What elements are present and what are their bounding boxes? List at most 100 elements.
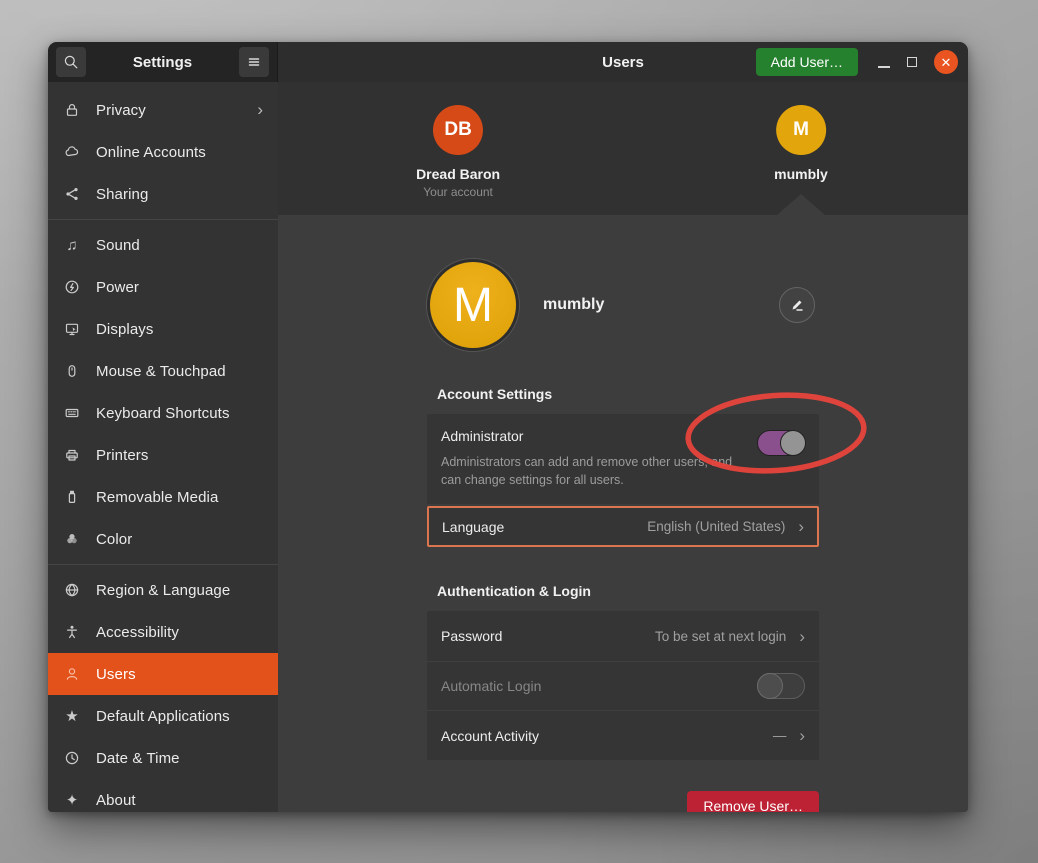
sidebar-item-label: Online Accounts [96,144,263,161]
user-carousel: DB Dread Baron Your account Mmumbly [278,82,968,215]
auth-card: Password To be set at next login › Autom… [427,611,819,760]
flash-drive-icon [63,489,81,505]
remove-row: Remove User… [427,791,819,812]
sidebar-item-label: Power [96,279,263,296]
star-icon: ★ [63,707,81,725]
headerbar-left: Settings [48,42,278,82]
globe-icon [63,582,81,598]
sidebar-item-about[interactable]: ✦ About [48,779,278,812]
account-settings-heading: Account Settings [437,386,819,402]
settings-window: Settings Users Add User… ✕ Privacy › Onlin… [48,42,968,812]
carousel-user-name: Dread Baron [416,166,500,182]
sidebar-item-label: Printers [96,447,263,464]
accessibility-icon [63,624,81,640]
language-label: Language [442,519,647,535]
carousel-user-subtitle: Your account [423,185,493,199]
password-label: Password [441,628,655,644]
sidebar-separator [48,219,278,220]
account-activity-label: Account Activity [441,728,773,744]
administrator-toggle[interactable] [757,430,805,456]
sidebar-item-label: Sharing [96,186,263,203]
printer-icon [63,447,81,463]
sidebar-item-label: Default Applications [96,708,263,725]
clock-icon [63,750,81,766]
main-area: DB Dread Baron Your account Mmumbly M mumbl… [278,82,968,812]
keyboard-icon [63,405,81,421]
display-icon [63,321,81,337]
sidebar-item-label: Region & Language [96,582,263,599]
sidebar-item-accessibility[interactable]: Accessibility [48,611,278,653]
color-circles-icon [63,531,81,547]
sidebar-item-sharing[interactable]: Sharing [48,173,278,215]
sidebar-item-label: About [96,792,263,809]
carousel-user-name: mumbly [774,166,828,182]
headerbar-right: Users Add User… ✕ [278,42,968,82]
language-row[interactable]: Language English (United States) › [427,506,819,547]
sidebar-item-region-language[interactable]: Region & Language [48,569,278,611]
carousel-user-mumbly[interactable]: Mmumbly [774,105,828,182]
app-title: Settings [86,54,239,71]
automatic-login-label: Automatic Login [441,678,757,694]
sidebar-item-keyboard-shortcuts[interactable]: Keyboard Shortcuts [48,392,278,434]
sidebar-item-users[interactable]: Users [48,653,278,695]
headerbar: Settings Users Add User… ✕ [48,42,968,82]
close-icon[interactable]: ✕ [934,50,958,74]
password-row[interactable]: Password To be set at next login › [427,611,819,661]
sidebar-item-date-time[interactable]: Date & Time [48,737,278,779]
sidebar-item-mouse-touchpad[interactable]: Mouse & Touchpad [48,350,278,392]
minimize-icon[interactable] [878,66,890,68]
edit-name-button[interactable] [779,287,815,323]
music-note-icon: ♫ [63,237,81,254]
search-button[interactable] [56,47,86,77]
sidebar-item-label: Displays [96,321,263,338]
maximize-icon[interactable] [907,57,917,67]
sidebar-item-label: Color [96,531,263,548]
toggle-knob [757,673,783,699]
avatar[interactable]: M [427,259,519,351]
sidebar-item-power[interactable]: Power [48,266,278,308]
sidebar-item-printers[interactable]: Printers [48,434,278,476]
password-value: To be set at next login [655,629,786,644]
sidebar-item-label: Privacy [96,102,242,119]
avatar: M [776,105,826,155]
chevron-right-icon: › [798,518,804,535]
administrator-description: Administrators can add and remove other … [441,453,751,489]
sidebar-item-default-applications[interactable]: ★ Default Applications [48,695,278,737]
sidebar-item-color[interactable]: Color [48,518,278,560]
account-activity-value: — [773,728,787,743]
carousel-user-dread-baron[interactable]: DB Dread Baron Your account [416,105,500,199]
sidebar-item-label: Removable Media [96,489,263,506]
automatic-login-row: Automatic Login [427,661,819,711]
share-nodes-icon [63,186,81,202]
remove-user-button[interactable]: Remove User… [687,791,819,812]
power-icon [63,279,81,295]
cloud-icon [63,144,81,160]
sidebar-item-removable-media[interactable]: Removable Media [48,476,278,518]
avatar: DB [433,105,483,155]
chevron-right-icon: › [799,628,805,645]
sidebar-item-displays[interactable]: Displays [48,308,278,350]
sidebar-item-label: Mouse & Touchpad [96,363,263,380]
sidebar-item-label: Date & Time [96,750,263,767]
sidebar-item-label: Users [96,666,263,683]
sidebar-item-privacy[interactable]: Privacy › [48,89,278,131]
automatic-login-toggle[interactable] [757,673,805,699]
account-activity-row[interactable]: Account Activity — › [427,710,819,760]
chevron-right-icon: › [799,727,805,744]
sparkle-icon: ✦ [63,791,81,809]
window-body: Privacy › Online Accounts Sharing ♫Sound Powe… [48,82,968,812]
sidebar-separator [48,564,278,565]
account-settings-card: Administrator Administrators can add and… [427,414,819,504]
add-user-button[interactable]: Add User… [756,48,858,76]
chevron-right-icon: › [257,100,263,120]
language-value: English (United States) [647,519,785,534]
sidebar-item-sound[interactable]: ♫Sound [48,224,278,266]
mouse-icon [63,363,81,379]
administrator-row: Administrator Administrators can add and… [427,414,819,504]
sidebar-item-online-accounts[interactable]: Online Accounts [48,131,278,173]
toggle-knob [780,430,806,456]
primary-menu-button[interactable] [239,47,269,77]
profile-name: mumbly [543,296,604,314]
lock-icon [63,102,81,118]
selected-user-notch [777,194,825,215]
